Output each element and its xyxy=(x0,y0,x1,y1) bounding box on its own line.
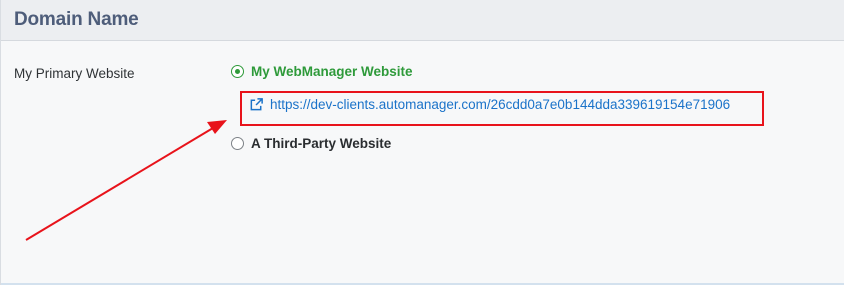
annotation-arrow xyxy=(25,120,227,241)
domain-name-panel: Domain Name My Primary Website My WebMan… xyxy=(0,0,844,285)
